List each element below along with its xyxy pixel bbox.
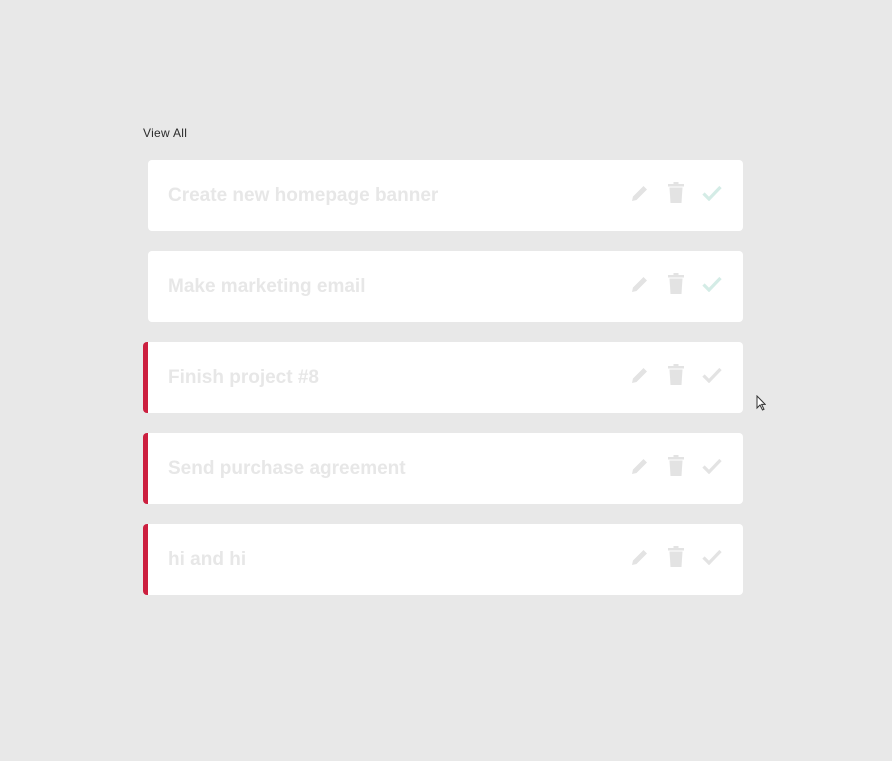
task-title: Finish project #8 <box>168 366 319 388</box>
task-title: Send purchase agreement <box>168 457 406 479</box>
pencil-icon[interactable] <box>629 364 651 386</box>
pencil-icon[interactable] <box>629 546 651 568</box>
task-card[interactable]: Finish project #8 <box>143 342 743 413</box>
task-card[interactable]: Send purchase agreement <box>143 433 743 504</box>
pencil-icon[interactable] <box>629 182 651 204</box>
task-card[interactable]: Make marketing email <box>148 251 743 322</box>
task-actions <box>629 454 723 477</box>
trash-icon[interactable] <box>665 545 687 568</box>
task-actions <box>629 181 723 204</box>
task-actions <box>629 545 723 568</box>
check-icon[interactable] <box>701 273 723 295</box>
task-title: Create new homepage banner <box>168 184 439 206</box>
task-card[interactable]: hi and hi <box>143 524 743 595</box>
task-title: Make marketing email <box>168 275 366 297</box>
check-icon[interactable] <box>701 182 723 204</box>
trash-icon[interactable] <box>665 454 687 477</box>
pencil-icon[interactable] <box>629 455 651 477</box>
trash-icon[interactable] <box>665 363 687 386</box>
trash-icon[interactable] <box>665 181 687 204</box>
task-panel: View All Create new homepage banner Make… <box>143 124 743 615</box>
task-actions <box>629 363 723 386</box>
check-icon[interactable] <box>701 546 723 568</box>
view-all-link[interactable]: View All <box>143 126 187 140</box>
check-icon[interactable] <box>701 455 723 477</box>
mouse-cursor-icon <box>756 394 767 411</box>
task-actions <box>629 272 723 295</box>
task-list: Create new homepage banner Make marketin… <box>143 160 743 615</box>
task-title: hi and hi <box>168 548 247 570</box>
pencil-icon[interactable] <box>629 273 651 295</box>
task-card[interactable]: Create new homepage banner <box>148 160 743 231</box>
trash-icon[interactable] <box>665 272 687 295</box>
check-icon[interactable] <box>701 364 723 386</box>
